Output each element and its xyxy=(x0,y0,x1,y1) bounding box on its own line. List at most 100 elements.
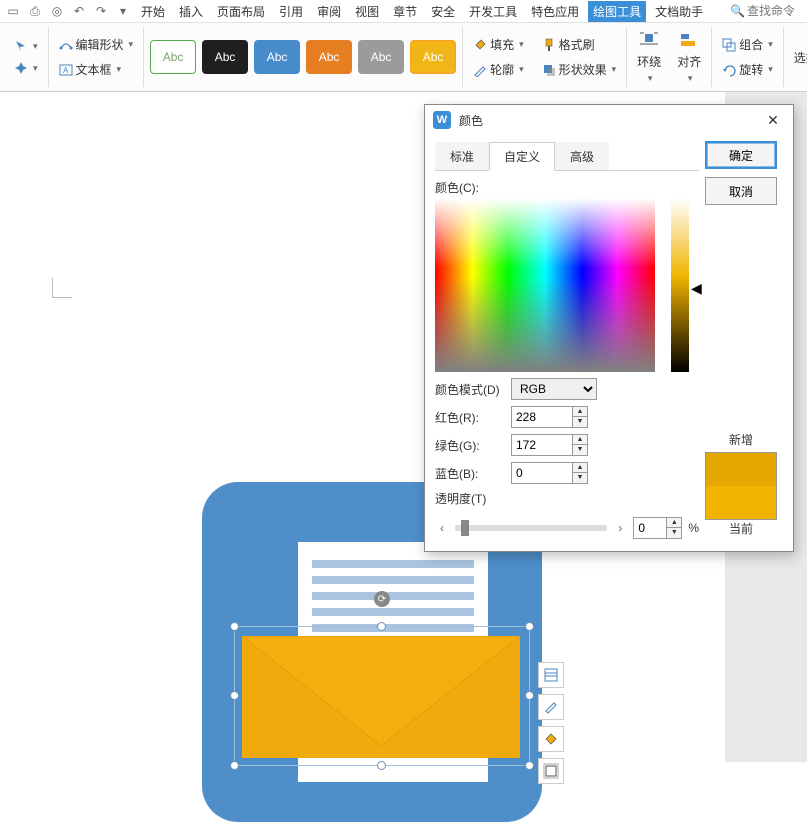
style-swatch-5[interactable]: Abc xyxy=(358,40,404,74)
color-dialog: W 颜色 ✕ 标准 自定义 高级 颜色(C): ◀ 颜色模式(D) RGB xyxy=(424,104,794,552)
tab-advanced[interactable]: 高级 xyxy=(555,142,609,171)
text-box-label: 文本框 xyxy=(76,61,112,78)
preview-icon[interactable]: ◎ xyxy=(48,2,66,20)
green-label: 绿色(G): xyxy=(435,437,503,454)
print-icon[interactable]: ⎙ xyxy=(26,2,44,20)
undo-icon[interactable]: ↶ xyxy=(70,2,88,20)
value-strip[interactable] xyxy=(671,198,689,372)
convert-shape-button[interactable] xyxy=(10,37,42,55)
wrap-label: 环绕 xyxy=(637,53,661,70)
opacity-decrease[interactable]: ‹ xyxy=(435,521,449,535)
cursor-icon xyxy=(14,39,28,53)
new-color-label: 新增 xyxy=(705,431,777,448)
tab-insert[interactable]: 插入 xyxy=(174,1,208,22)
align-button[interactable]: 对齐 xyxy=(673,30,705,84)
green-spin-up[interactable]: ▲ xyxy=(573,435,587,445)
pen-icon xyxy=(473,63,487,77)
fill-label: 填充 xyxy=(490,36,514,53)
blue-spin-down[interactable]: ▼ xyxy=(573,473,587,483)
dialog-titlebar[interactable]: W 颜色 ✕ xyxy=(425,105,793,135)
more-icon[interactable]: ▾ xyxy=(114,2,132,20)
tab-review[interactable]: 审阅 xyxy=(312,1,346,22)
tool-layout[interactable] xyxy=(538,662,564,688)
style-swatch-6[interactable]: Abc xyxy=(410,40,456,74)
tab-layout[interactable]: 页面布局 xyxy=(212,1,270,22)
search-icon: 🔍 xyxy=(730,4,745,18)
cancel-button[interactable]: 取消 xyxy=(705,177,777,205)
opacity-input[interactable] xyxy=(633,517,667,539)
tab-reference[interactable]: 引用 xyxy=(274,1,308,22)
tab-special[interactable]: 特色应用 xyxy=(526,1,584,22)
green-input[interactable] xyxy=(511,434,573,456)
format-brush-button[interactable]: 格式刷 xyxy=(538,34,621,55)
tab-standard[interactable]: 标准 xyxy=(435,142,489,171)
svg-text:A: A xyxy=(63,66,69,75)
select-button[interactable]: 选择 xyxy=(790,30,807,84)
tab-view[interactable]: 视图 xyxy=(350,1,384,22)
dialog-title: 颜色 xyxy=(459,112,483,129)
new-color-swatch xyxy=(706,453,776,486)
opacity-thumb[interactable] xyxy=(461,520,469,536)
edit-shape-button[interactable]: 编辑形状 xyxy=(55,34,138,55)
style-swatch-4[interactable]: Abc xyxy=(306,40,352,74)
wps-logo-icon: W xyxy=(433,111,451,129)
opacity-spin-up[interactable]: ▲ xyxy=(667,518,681,528)
tool-fill[interactable] xyxy=(538,726,564,752)
text-box-button[interactable]: A 文本框 xyxy=(55,59,138,80)
red-input[interactable] xyxy=(511,406,573,428)
ok-button[interactable]: 确定 xyxy=(705,141,777,169)
wrap-icon xyxy=(639,30,659,50)
red-spin-down[interactable]: ▼ xyxy=(573,417,587,427)
tab-security[interactable]: 安全 xyxy=(426,1,460,22)
align-icon xyxy=(679,30,699,50)
bucket-icon xyxy=(473,38,487,52)
select-label: 选择 xyxy=(794,49,807,66)
shape-effect-button[interactable]: 形状效果 xyxy=(538,59,621,80)
tab-dev[interactable]: 开发工具 xyxy=(464,1,522,22)
tab-custom[interactable]: 自定义 xyxy=(489,142,555,171)
layout-icon xyxy=(543,667,559,683)
textbox-icon: A xyxy=(59,63,73,77)
blue-spin-up[interactable]: ▲ xyxy=(573,463,587,473)
tool-edit[interactable] xyxy=(538,694,564,720)
open-icon[interactable]: ▭ xyxy=(4,2,22,20)
fill-button[interactable]: 填充 xyxy=(469,34,528,55)
sparkle-icon xyxy=(14,61,28,75)
blue-input[interactable] xyxy=(511,462,573,484)
tab-doc-helper[interactable]: 文档助手 xyxy=(650,1,708,22)
blue-label: 蓝色(B): xyxy=(435,465,503,482)
wrap-button[interactable]: 环绕 xyxy=(633,30,665,84)
opacity-spin-down[interactable]: ▼ xyxy=(667,528,681,538)
tab-start[interactable]: 开始 xyxy=(136,1,170,22)
group-label: 组合 xyxy=(739,36,763,53)
insert-shape-button[interactable] xyxy=(10,59,42,77)
red-spin-up[interactable]: ▲ xyxy=(573,407,587,417)
group-button[interactable]: 组合 xyxy=(718,34,777,55)
shape-style-gallery: Abc Abc Abc Abc Abc Abc xyxy=(150,40,456,74)
redo-icon[interactable]: ↷ xyxy=(92,2,110,20)
opacity-slider[interactable] xyxy=(455,525,607,531)
tab-section[interactable]: 章节 xyxy=(388,1,422,22)
outline-button[interactable]: 轮廓 xyxy=(469,59,528,80)
close-button[interactable]: ✕ xyxy=(761,108,785,132)
rotate-icon xyxy=(722,63,736,77)
shape-effect-label: 形状效果 xyxy=(559,61,607,78)
frame-icon xyxy=(543,763,559,779)
format-brush-label: 格式刷 xyxy=(559,36,595,53)
red-label: 红色(R): xyxy=(435,409,503,426)
opacity-increase[interactable]: › xyxy=(613,521,627,535)
color-preview xyxy=(705,452,777,520)
style-swatch-3[interactable]: Abc xyxy=(254,40,300,74)
style-swatch-2[interactable]: Abc xyxy=(202,40,248,74)
rotate-button[interactable]: 旋转 xyxy=(718,59,777,80)
style-swatch-1[interactable]: Abc xyxy=(150,40,196,74)
tab-draw-tools[interactable]: 绘图工具 xyxy=(588,1,646,22)
color-mode-select[interactable]: RGB xyxy=(511,378,597,400)
hue-sat-field[interactable] xyxy=(435,198,655,372)
green-spin-down[interactable]: ▼ xyxy=(573,445,587,455)
page-corner xyxy=(52,278,72,298)
nodes-icon xyxy=(59,38,73,52)
command-search[interactable]: 🔍 xyxy=(730,4,807,18)
command-search-input[interactable] xyxy=(747,4,807,18)
value-pointer-icon[interactable]: ◀ xyxy=(691,280,702,297)
